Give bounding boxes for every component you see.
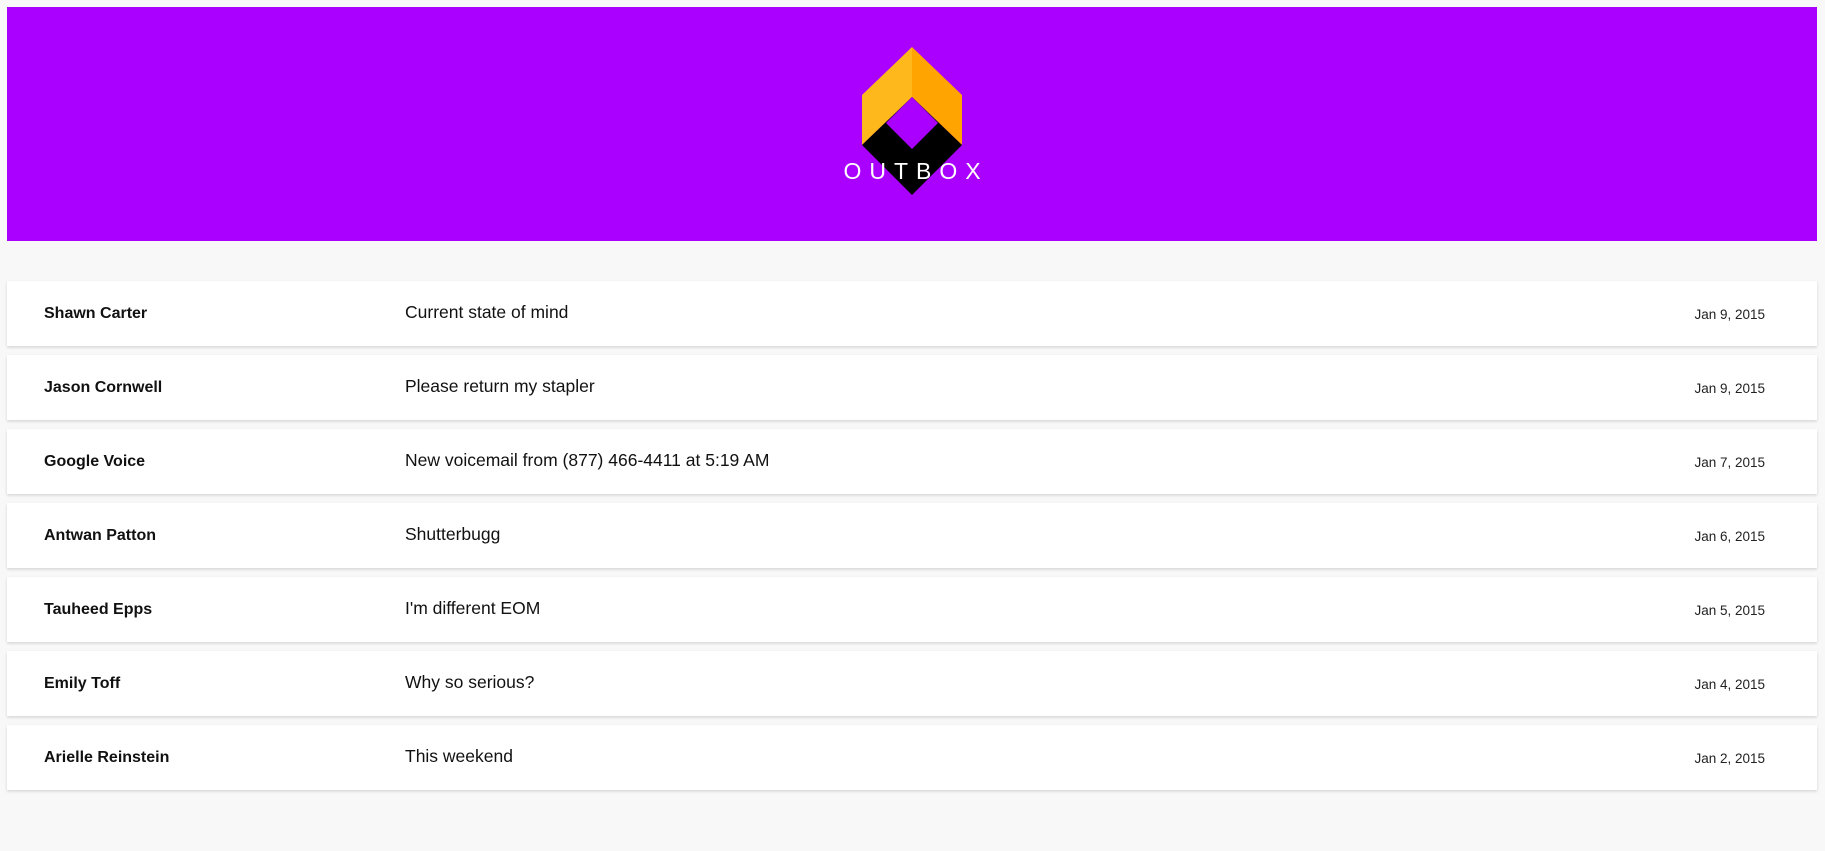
message-row[interactable]: Tauheed Epps I'm different EOM Jan 5, 20… <box>7 577 1817 642</box>
message-date: Jan 2, 2015 <box>1694 751 1765 766</box>
message-subject: Why so serious? <box>405 672 535 692</box>
message-date: Jan 5, 2015 <box>1694 603 1765 618</box>
message-row[interactable]: Arielle Reinstein This weekend Jan 2, 20… <box>7 725 1817 790</box>
message-subject: New voicemail from (877) 466-4411 at 5:1… <box>405 450 770 470</box>
outbox-logo[interactable]: OUTBOX <box>832 47 992 207</box>
message-row[interactable]: Jason Cornwell Please return my stapler … <box>7 355 1817 420</box>
message-subject: Please return my stapler <box>405 376 595 396</box>
message-sender: Google Voice <box>44 453 146 470</box>
message-sender: Shawn Carter <box>44 305 148 322</box>
message-row[interactable]: Antwan Patton Shutterbugg Jan 6, 2015 <box>7 503 1817 568</box>
message-row[interactable]: Emily Toff Why so serious? Jan 4, 2015 <box>7 651 1817 716</box>
brand-name: OUTBOX <box>843 158 989 184</box>
message-subject: Shutterbugg <box>405 524 501 544</box>
message-date: Jan 7, 2015 <box>1694 455 1765 470</box>
message-sender: Arielle Reinstein <box>44 749 170 766</box>
message-date: Jan 9, 2015 <box>1694 381 1765 396</box>
app-header: OUTBOX <box>7 7 1817 241</box>
message-sender: Emily Toff <box>44 675 121 692</box>
message-date: Jan 6, 2015 <box>1694 529 1765 544</box>
message-row[interactable]: Shawn Carter Current state of mind Jan 9… <box>7 281 1817 346</box>
message-date: Jan 4, 2015 <box>1694 677 1765 692</box>
message-list: Shawn Carter Current state of mind Jan 9… <box>7 281 1817 799</box>
message-row[interactable]: Google Voice New voicemail from (877) 46… <box>7 429 1817 494</box>
message-subject: Current state of mind <box>405 302 569 322</box>
message-subject: I'm different EOM <box>405 598 541 618</box>
message-sender: Jason Cornwell <box>44 379 163 396</box>
message-date: Jan 9, 2015 <box>1694 307 1765 322</box>
message-subject: This weekend <box>405 746 513 766</box>
message-sender: Tauheed Epps <box>44 601 153 618</box>
message-sender: Antwan Patton <box>44 527 156 544</box>
